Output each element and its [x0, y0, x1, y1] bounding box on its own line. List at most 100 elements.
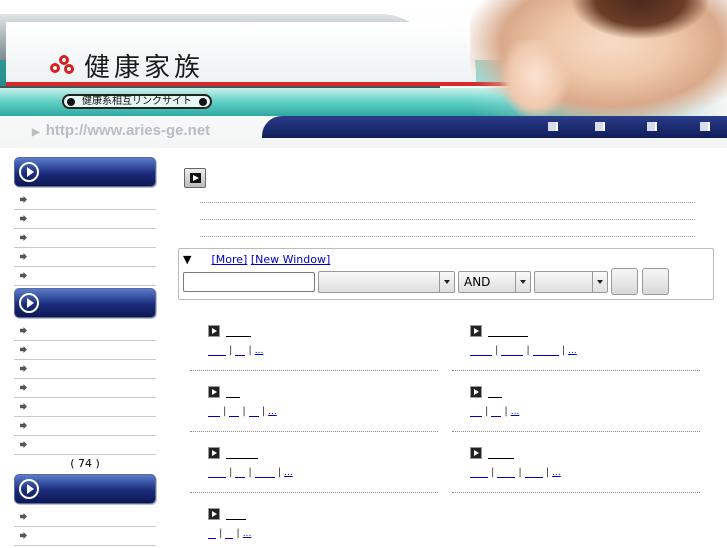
- arrow-bullet-icon: [20, 196, 27, 203]
- entry-link[interactable]: [491, 408, 502, 417]
- site-logo[interactable]: 健康家族: [50, 47, 204, 84]
- play-circle-icon: [19, 293, 39, 313]
- nav-item-3[interactable]: [647, 122, 657, 131]
- arrow-bullet-icon: [20, 384, 27, 391]
- entry-title[interactable]: [452, 386, 702, 400]
- play-circle-icon: [19, 479, 39, 499]
- entry-link[interactable]: [470, 347, 492, 356]
- list-item: | | |...: [190, 447, 440, 493]
- sidebar-item[interactable]: [14, 527, 156, 546]
- arrow-bullet-icon: [20, 346, 27, 353]
- sidebar-item[interactable]: [14, 417, 156, 436]
- list-item: | |...: [452, 386, 702, 432]
- site-tagline: 健康系相互リンクサイト: [62, 94, 212, 109]
- new-window-link[interactable]: [New Window]: [251, 253, 330, 266]
- arrow-bullet-icon: [20, 234, 27, 241]
- entry-links: | | |...: [470, 345, 577, 356]
- sort-select[interactable]: [534, 271, 608, 293]
- more-link[interactable]: [More]: [211, 253, 247, 266]
- entry-links: | |...: [470, 406, 519, 417]
- logo-mark-icon: [50, 54, 76, 77]
- entry-links: | |...: [208, 528, 251, 539]
- sidebar-item[interactable]: [14, 379, 156, 398]
- more-link[interactable]: ...: [511, 407, 520, 417]
- arrow-bullet-icon: [20, 365, 27, 372]
- category-select[interactable]: [318, 271, 455, 293]
- more-link[interactable]: ...: [255, 346, 264, 356]
- entry-title[interactable]: [190, 508, 440, 522]
- entry-link[interactable]: [497, 469, 516, 478]
- entry-link[interactable]: [470, 408, 482, 417]
- more-link[interactable]: ...: [284, 468, 293, 478]
- entry-link[interactable]: [225, 530, 234, 539]
- entry-title[interactable]: [190, 386, 440, 400]
- operator-select-value: AND: [464, 275, 491, 289]
- play-circle-icon: [19, 162, 39, 182]
- sidebar-item[interactable]: [14, 436, 156, 455]
- sidebar-item[interactable]: [14, 248, 156, 267]
- chevron-down-icon: [439, 272, 454, 292]
- nav-item-2[interactable]: [595, 122, 605, 131]
- sidebar-item[interactable]: [14, 191, 156, 210]
- reset-button[interactable]: [642, 268, 669, 295]
- sidebar-item[interactable]: [14, 341, 156, 360]
- entry-link[interactable]: [208, 347, 226, 356]
- play-button-icon: [184, 168, 206, 188]
- search-button[interactable]: [611, 268, 638, 295]
- sidebar-item[interactable]: [14, 360, 156, 379]
- sidebar-item[interactable]: [14, 229, 156, 248]
- entry-links: | | |...: [208, 467, 293, 478]
- more-link[interactable]: ...: [552, 468, 561, 478]
- dotted-divider: [200, 219, 695, 220]
- sidebar-item[interactable]: [14, 508, 156, 527]
- dotted-divider: [452, 492, 700, 493]
- entry-link[interactable]: [254, 469, 275, 478]
- list-item: | |...: [190, 325, 440, 371]
- entry-link[interactable]: [208, 530, 216, 539]
- entry-link[interactable]: [470, 469, 488, 478]
- more-link[interactable]: ...: [243, 529, 252, 539]
- site-url: ▶ http://www.aries-ge.net: [32, 122, 210, 139]
- entry-link[interactable]: [235, 469, 246, 478]
- entry-title[interactable]: [452, 325, 702, 339]
- sidebar-list: ( 74 ): [14, 322, 156, 472]
- operator-select[interactable]: AND: [458, 271, 531, 293]
- list-item: | | |...: [190, 386, 440, 432]
- entry-link[interactable]: [524, 469, 543, 478]
- sidebar-count: ( 74 ): [70, 457, 100, 470]
- entry-link[interactable]: [235, 347, 246, 356]
- entry-link[interactable]: [208, 408, 220, 417]
- more-link[interactable]: ...: [268, 407, 277, 417]
- site-title: 健康家族: [84, 53, 205, 83]
- entry-link[interactable]: [532, 347, 559, 356]
- search-input[interactable]: [183, 272, 315, 292]
- more-link[interactable]: ...: [568, 346, 577, 356]
- nav-item-1[interactable]: [548, 122, 558, 131]
- entry-title[interactable]: [452, 447, 702, 461]
- header-photo-baby: [500, 40, 570, 120]
- sidebar-item[interactable]: [14, 267, 156, 286]
- play-square-icon: [208, 325, 220, 337]
- triangle-down-icon[interactable]: ▼: [183, 253, 191, 266]
- sidebar-item[interactable]: [14, 210, 156, 229]
- entry-link[interactable]: [248, 408, 259, 417]
- play-square-icon: [470, 386, 482, 398]
- list-item: | |...: [190, 508, 440, 539]
- dotted-divider: [190, 492, 438, 493]
- entry-link[interactable]: [501, 347, 524, 356]
- entry-link[interactable]: [208, 469, 226, 478]
- entry-title[interactable]: [190, 325, 440, 339]
- sidebar-item[interactable]: [14, 398, 156, 417]
- entry-links: | |...: [208, 345, 263, 356]
- chevron-down-icon: [592, 272, 607, 292]
- dotted-divider: [200, 202, 695, 203]
- list-item: | | |...: [452, 447, 702, 493]
- site-url-text: http://www.aries-ge.net: [45, 122, 211, 139]
- sidebar-item[interactable]: [14, 322, 156, 341]
- entry-link[interactable]: [229, 408, 240, 417]
- sidebar: ( 74 ): [14, 157, 156, 548]
- entry-title[interactable]: [190, 447, 440, 461]
- dotted-divider: [452, 431, 700, 432]
- nav-item-4[interactable]: [700, 122, 710, 131]
- entry-links: | | |...: [470, 467, 561, 478]
